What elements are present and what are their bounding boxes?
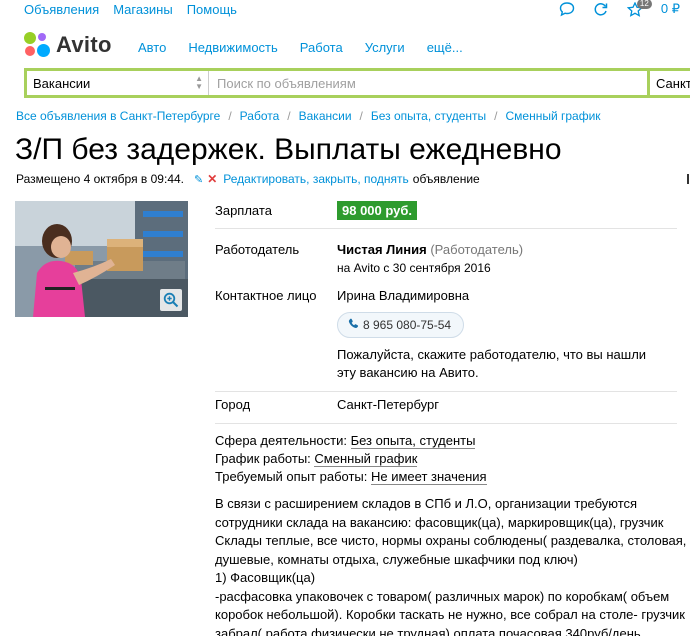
property-value-schedule[interactable]: Сменный график — [314, 451, 418, 467]
salary-label: Зарплата — [215, 203, 272, 218]
breadcrumb: Все объявления в Санкт-Петербурге / Рабо… — [16, 109, 601, 123]
salary-value: 98 000 руб. — [337, 201, 418, 220]
top-link-shops[interactable]: Магазины — [113, 2, 173, 17]
breadcrumb-separator: / — [287, 109, 291, 123]
property-row: График работы: Сменный график — [215, 450, 487, 468]
breadcrumb-no-experience[interactable]: Без опыта, студенты — [371, 109, 486, 123]
contact-label: Контактное лицо — [215, 288, 317, 303]
avito-logo-icon — [24, 32, 50, 58]
employer-type: (Работодатель) — [430, 242, 524, 257]
logo-text: Avito — [56, 32, 112, 57]
description-line: Склады теплые, все чисто, нормы охраны с… — [215, 533, 687, 548]
avito-logo[interactable]: Avito — [24, 32, 112, 58]
search-input[interactable]: Поиск по объявлениям — [209, 71, 650, 95]
contact-hint: Пожалуйста, скажите работодателю, что вы… — [337, 347, 647, 380]
posted-date: Размещено 4 октября в 09:44. — [16, 172, 184, 186]
property-label: Требуемый опыт работы: — [215, 469, 368, 484]
top-link-help[interactable]: Помощь — [187, 2, 237, 17]
nav-item-realty[interactable]: Недвижимость — [188, 40, 277, 55]
breadcrumb-all-ads[interactable]: Все объявления в Санкт-Петербурге — [16, 109, 220, 123]
breadcrumb-vacancies[interactable]: Вакансии — [299, 109, 352, 123]
breadcrumb-separator: / — [494, 109, 498, 123]
description-line: забрал( работа физически не трудная) опл… — [215, 625, 645, 636]
breadcrumb-jobs[interactable]: Работа — [240, 109, 280, 123]
search-bar: Вакансии ▲ ▼ Поиск по объявлениям Санкт — [24, 68, 690, 98]
show-phone-button[interactable]: 8 965 080-75-54 — [337, 312, 465, 338]
description-line: коробок небольшой). Коробки таскать не н… — [215, 607, 685, 622]
posted-info: Размещено 4 октября в 09:44. ✎ ✕ Редакти… — [16, 172, 480, 186]
phone-number: 8 965 080-75-54 — [363, 318, 452, 332]
top-icons: 12 0 ₽ — [559, 0, 680, 17]
property-row: Требуемый опыт работы: Не имеет значения — [215, 468, 487, 486]
divider — [215, 228, 677, 229]
wallet-balance[interactable]: 0 ₽ — [661, 1, 680, 17]
breadcrumb-shift-schedule[interactable]: Сменный график — [506, 109, 601, 123]
favorites-count-badge: 12 — [636, 0, 652, 9]
edit-ad-link[interactable]: Редактировать, закрыть, поднять — [223, 172, 408, 186]
city-select[interactable]: Санкт — [650, 71, 690, 95]
job-properties: Сфера деятельности: Без опыта, студенты … — [215, 432, 487, 486]
breadcrumb-separator: / — [228, 109, 232, 123]
page-title: З/П без задержек. Выплаты ежедневно — [15, 133, 562, 166]
description-line: душевые, комнаты отдыха, служебные шкафч… — [215, 551, 578, 567]
description-line: -расфасовка упаковочек с товаром( различ… — [215, 588, 670, 604]
employer-label: Работодатель — [215, 242, 300, 257]
property-row: Сфера деятельности: Без опыта, студенты — [215, 432, 487, 450]
city-label: Город — [215, 397, 251, 412]
top-nav: Объявления Магазины Помощь — [24, 2, 237, 17]
messages-icon[interactable] — [559, 1, 575, 17]
edit-ad-suffix: объявление — [412, 172, 480, 186]
description-line: В связи с расширением складов в СПб и Л.… — [215, 496, 638, 511]
employer-since: на Avito с 30 сентября 2016 — [337, 261, 491, 275]
property-label: Сфера деятельности: — [215, 433, 347, 448]
contact-name: Ирина Владимировна — [337, 288, 470, 303]
select-arrows-icon: ▲ ▼ — [195, 74, 203, 91]
ad-photo[interactable] — [15, 201, 188, 317]
divider — [215, 423, 677, 424]
category-select-value: Вакансии — [33, 76, 91, 91]
property-value-experience[interactable]: Не имеет значения — [371, 469, 487, 485]
main-nav: Авто Недвижимость Работа Услуги ещё... — [138, 40, 463, 55]
top-link-ads[interactable]: Объявления — [24, 2, 99, 17]
nav-item-jobs[interactable]: Работа — [300, 40, 343, 55]
property-value-sphere[interactable]: Без опыта, студенты — [350, 433, 476, 449]
divider — [215, 391, 677, 392]
employer-name[interactable]: Чистая Линия — [337, 242, 427, 257]
breadcrumb-separator: / — [359, 109, 363, 123]
favorites-icon[interactable]: 12 — [626, 0, 652, 17]
description-line: сотрудники склада на вакансию: фасовщик(… — [215, 514, 664, 530]
category-select[interactable]: Вакансии ▲ ▼ — [27, 71, 209, 95]
top-bar: Объявления Магазины Помощь 12 0 ₽ — [0, 0, 690, 20]
zoom-icon[interactable] — [160, 289, 182, 311]
refresh-icon[interactable] — [593, 2, 609, 17]
pencil-icon[interactable]: ✎ — [194, 173, 203, 186]
nav-item-auto[interactable]: Авто — [138, 40, 166, 55]
property-label: График работы: — [215, 451, 311, 466]
scroll-edge — [687, 174, 689, 184]
close-icon[interactable]: ✕ — [207, 172, 217, 186]
nav-item-more[interactable]: ещё... — [427, 40, 463, 55]
nav-item-services[interactable]: Услуги — [365, 40, 405, 55]
description-line: 1) Фасовщик(ца) — [215, 570, 316, 585]
employer-info: Чистая Линия (Работодатель) — [337, 242, 523, 257]
phone-icon — [348, 318, 359, 329]
city-value: Санкт-Петербург — [337, 397, 439, 412]
ad-description: В связи с расширением складов в СПб и Л.… — [215, 495, 687, 636]
